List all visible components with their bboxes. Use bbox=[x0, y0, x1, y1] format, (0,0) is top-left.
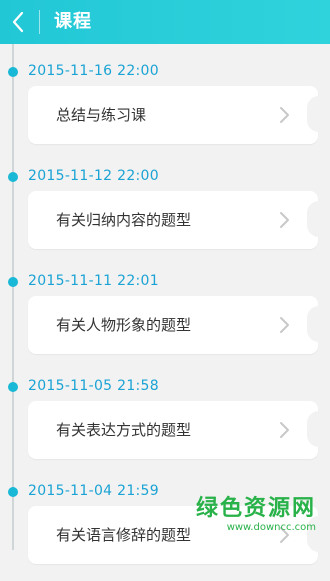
timeline-dot bbox=[8, 487, 18, 497]
lesson-title: 有关语言修辞的题型 bbox=[56, 526, 192, 544]
card-notch bbox=[307, 201, 319, 237]
lesson-card[interactable]: 有关表达方式的题型 bbox=[28, 401, 319, 459]
timeline-entry: 2015-11-05 21:58 有关表达方式的题型 bbox=[0, 371, 330, 476]
timeline-entry: 2015-11-12 22:00 有关归纳内容的题型 bbox=[0, 161, 330, 266]
chevron-right-icon bbox=[280, 212, 289, 228]
lesson-title: 有关表达方式的题型 bbox=[56, 421, 192, 439]
lesson-title: 有关归纳内容的题型 bbox=[56, 211, 192, 229]
lesson-title: 有关人物形象的题型 bbox=[56, 316, 192, 334]
timeline-dot bbox=[8, 382, 18, 392]
lesson-date: 2015-11-11 22:01 bbox=[28, 273, 159, 289]
chevron-left-icon bbox=[12, 11, 24, 33]
timeline-dot bbox=[8, 67, 18, 77]
lesson-title: 总结与练习课 bbox=[56, 106, 147, 124]
lesson-date: 2015-11-16 22:00 bbox=[28, 63, 159, 79]
chevron-right-icon bbox=[280, 422, 289, 438]
lesson-date: 2015-11-12 22:00 bbox=[28, 168, 159, 184]
chevron-right-icon bbox=[280, 107, 289, 123]
lesson-card[interactable]: 有关人物形象的题型 bbox=[28, 296, 319, 354]
timeline-entry: 2015-11-16 22:00 总结与练习课 bbox=[0, 56, 330, 161]
watermark-url: www.downcc.com bbox=[226, 522, 316, 533]
timeline-dot bbox=[8, 172, 18, 182]
card-notch bbox=[307, 96, 319, 132]
lesson-date: 2015-11-04 21:59 bbox=[28, 483, 159, 499]
chevron-right-icon bbox=[280, 317, 289, 333]
lesson-card[interactable]: 有关归纳内容的题型 bbox=[28, 191, 319, 249]
watermark: 绿色资源网 www.downcc.com bbox=[196, 496, 316, 534]
watermark-logo: 绿色资源网 bbox=[195, 496, 316, 521]
timeline-entry: 2015-11-11 22:01 有关人物形象的题型 bbox=[0, 266, 330, 371]
header-divider bbox=[39, 10, 40, 34]
lesson-date: 2015-11-05 21:58 bbox=[28, 378, 159, 394]
card-notch bbox=[307, 411, 319, 447]
app-header: 课程 bbox=[0, 0, 330, 44]
timeline-dot bbox=[8, 277, 18, 287]
card-notch bbox=[307, 306, 319, 342]
back-button[interactable] bbox=[0, 0, 36, 44]
page-title: 课程 bbox=[54, 11, 92, 32]
lesson-card[interactable]: 总结与练习课 bbox=[28, 86, 319, 144]
